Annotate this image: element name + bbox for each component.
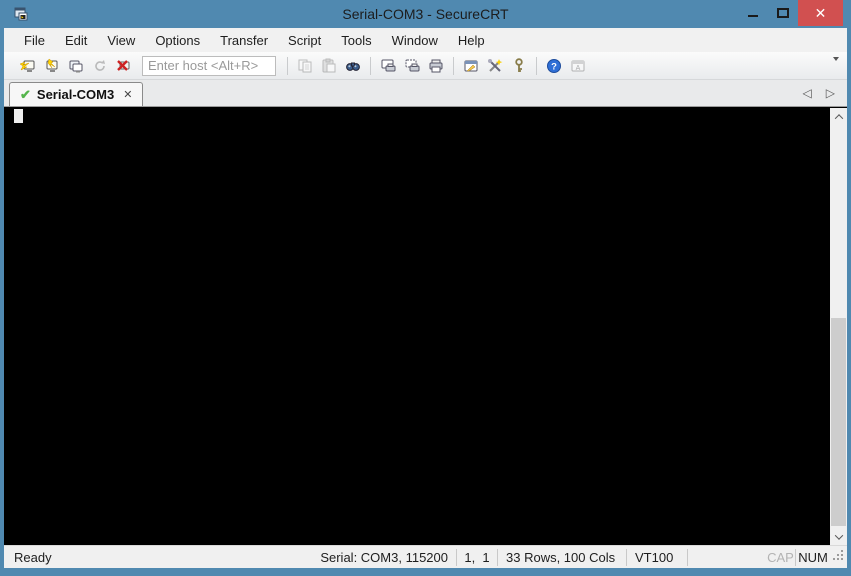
tab-close-icon[interactable]: ✕ [123,88,132,101]
menu-transfer[interactable]: Transfer [210,30,278,51]
toolbar-separator [370,56,371,75]
securecrt-window: Serial-COM3 - SecureCRT ✕ File Edit View… [0,0,851,576]
scroll-down-icon[interactable] [830,528,847,545]
toolbar-separator [287,56,288,75]
menu-file[interactable]: File [14,30,55,51]
titlebar[interactable]: Serial-COM3 - SecureCRT ✕ [0,0,851,28]
scrollbar[interactable] [830,108,847,545]
menu-options[interactable]: Options [145,30,210,51]
toolbar-overflow-icon[interactable] [833,57,841,76]
terminal-cursor [14,109,23,123]
minimize-icon [748,15,758,17]
connect-icon[interactable] [41,55,63,77]
tab-label: Serial-COM3 [36,87,115,102]
menu-view[interactable]: View [97,30,145,51]
menu-bar: File Edit View Options Transfer Script T… [4,28,847,52]
host-input[interactable] [142,55,276,76]
global-options-icon[interactable] [484,55,506,77]
resize-grip[interactable] [830,546,847,569]
auto-complete-icon[interactable]: A [567,55,589,77]
status-connection: Serial: COM3, 115200 [320,549,448,565]
disconnect-icon[interactable] [113,55,135,77]
toolbar: ? A [4,52,847,80]
maximize-button[interactable] [768,0,798,26]
status-num-lock: NUM [798,549,828,565]
tab-serial-com3[interactable]: ✔ Serial-COM3 ✕ [9,82,144,106]
status-cursor-position: 1, 1 [464,549,490,565]
find-icon[interactable] [342,55,364,77]
tab-bar: ✔ Serial-COM3 ✕ ◁ ▷ [4,80,847,106]
status-ready: Ready [14,549,52,565]
tab-scroll-arrows: ◁ ▷ [803,80,835,106]
scrollbar-thumb[interactable] [831,318,846,526]
svg-text:A: A [576,65,581,72]
menu-script[interactable]: Script [278,30,331,51]
status-emulation: VT100 [635,549,674,565]
connected-check-icon: ✔ [20,86,31,102]
help-icon[interactable]: ? [543,55,565,77]
window-controls: ✕ [738,0,843,26]
menu-edit[interactable]: Edit [55,30,97,51]
maximize-icon [777,8,789,18]
print-screen-icon[interactable] [377,55,399,77]
toolbar-separator [536,56,537,75]
scroll-up-icon[interactable] [830,108,847,125]
menu-tools[interactable]: Tools [331,30,381,51]
tab-scroll-left-icon[interactable]: ◁ [803,86,812,100]
tab-scroll-right-icon[interactable]: ▷ [826,86,835,100]
status-caps-lock: CAP [767,549,794,565]
quick-connect-icon[interactable] [17,55,39,77]
toolbar-separator [453,56,454,75]
terminal-screen[interactable] [4,106,847,545]
svg-text:?: ? [551,61,557,72]
print-selection-icon[interactable] [401,55,423,77]
status-divider [687,548,688,566]
clone-session-icon[interactable] [65,55,87,77]
key-generator-icon[interactable] [508,55,530,77]
minimize-button[interactable] [738,0,768,26]
close-button[interactable]: ✕ [798,0,843,26]
reconnect-icon[interactable] [89,55,111,77]
menu-help[interactable]: Help [448,30,495,51]
menu-window[interactable]: Window [382,30,448,51]
window-title: Serial-COM3 - SecureCRT [342,6,509,22]
paste-icon[interactable] [318,55,340,77]
overflow-triangle [833,57,839,76]
copy-icon[interactable] [294,55,316,77]
status-terminal-size: 33 Rows, 100 Cols [506,549,616,565]
status-bar: Ready Serial: COM3, 115200 1, 1 33 Rows,… [4,545,847,568]
print-icon[interactable] [425,55,447,77]
session-options-icon[interactable] [460,55,482,77]
